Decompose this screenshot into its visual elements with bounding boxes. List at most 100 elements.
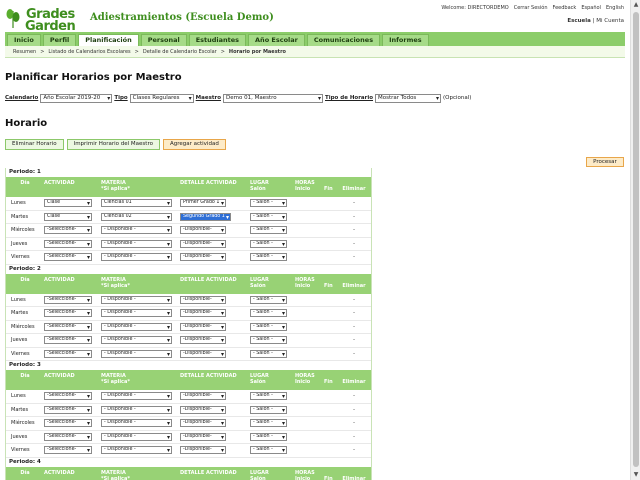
tab-ano-escolar[interactable]: Año Escolar <box>248 34 305 46</box>
maestro-select[interactable]: Demo 01, Maestro <box>222 93 323 103</box>
materia-select[interactable]: - Disponible - <box>101 253 172 262</box>
salon-select[interactable]: - Salón - <box>250 212 287 221</box>
eliminar-cell[interactable]: - <box>340 214 368 220</box>
english-link[interactable]: English <box>606 5 624 11</box>
salon-select[interactable]: - Salón - <box>250 309 287 318</box>
actividad-select[interactable]: -Seleccione- <box>44 226 92 235</box>
spanish-link[interactable]: Español <box>581 5 601 11</box>
salon-select[interactable]: - Salón - <box>250 322 287 331</box>
materia-select[interactable]: Ciencias 01 <box>101 199 172 208</box>
materia-select[interactable]: - Disponible - <box>101 349 172 358</box>
materia-select[interactable]: - Disponible - <box>101 419 172 428</box>
tab-personal[interactable]: Personal <box>140 34 187 46</box>
actividad-select[interactable]: -Seleccione- <box>44 309 92 318</box>
materia-select[interactable]: - Disponible - <box>101 446 172 455</box>
materia-select[interactable]: - Disponible - <box>101 432 172 441</box>
imprimir-horario-button[interactable]: Imprimir Horario del Maestro <box>66 139 160 150</box>
scroll-up-icon[interactable]: ▲ <box>631 0 640 10</box>
materia-select[interactable]: - Disponible - <box>101 309 172 318</box>
eliminar-cell[interactable]: - <box>340 324 368 330</box>
eliminar-cell[interactable]: - <box>340 351 368 357</box>
materia-select[interactable]: - Disponible - <box>101 405 172 414</box>
tab-informes[interactable]: Informes <box>382 34 429 46</box>
salon-select[interactable]: - Salón - <box>250 336 287 345</box>
eliminar-cell[interactable]: - <box>340 420 368 426</box>
actividad-select[interactable]: -Seleccione- <box>44 322 92 331</box>
breadcrumb-resumen[interactable]: Resumen <box>13 46 36 57</box>
eliminar-horario-button[interactable]: Eliminar Horario <box>5 139 64 150</box>
eliminar-cell[interactable]: - <box>340 297 368 303</box>
eliminar-cell[interactable]: - <box>340 227 368 233</box>
salon-select[interactable]: - Salón - <box>250 392 287 401</box>
tab-comunicaciones[interactable]: Comunicaciones <box>306 34 381 46</box>
actividad-select[interactable]: -Seleccione- <box>44 405 92 414</box>
salon-select[interactable]: - Salón - <box>250 239 287 248</box>
eliminar-cell[interactable]: - <box>340 434 368 440</box>
eliminar-cell[interactable]: - <box>340 337 368 343</box>
actividad-select[interactable]: -Seleccione- <box>44 336 92 345</box>
materia-select[interactable]: - Disponible - <box>101 295 172 304</box>
vertical-scrollbar[interactable]: ▲ ▼ <box>630 0 640 480</box>
detalle-select[interactable]: -Disponible- <box>180 446 226 455</box>
salon-select[interactable]: - Salón - <box>250 446 287 455</box>
actividad-select[interactable]: -Seleccione- <box>44 239 92 248</box>
detalle-select[interactable]: Primer Grado 1 <box>180 199 226 208</box>
eliminar-cell[interactable]: - <box>340 393 368 399</box>
eliminar-cell[interactable]: - <box>340 407 368 413</box>
tipo-select[interactable]: Clases Regulares <box>129 93 194 103</box>
grades-garden-logo[interactable]: Grades Garden <box>6 5 86 33</box>
actividad-select[interactable]: -Seleccione- <box>44 419 92 428</box>
actividad-select[interactable]: -Seleccione- <box>44 432 92 441</box>
eliminar-cell[interactable]: - <box>340 254 368 260</box>
calendario-select[interactable]: Año Escolar 2019-20 <box>40 93 113 103</box>
actividad-select[interactable]: -Seleccione- <box>44 392 92 401</box>
actividad-select[interactable]: -Seleccione- <box>44 446 92 455</box>
materia-select[interactable]: - Disponible - <box>101 336 172 345</box>
materia-select[interactable]: - Disponible - <box>101 322 172 331</box>
detalle-select[interactable]: -Disponible- <box>180 392 226 401</box>
logout-link[interactable]: Cerrar Sesión <box>514 5 548 11</box>
actividad-select[interactable]: -Seleccione- <box>44 295 92 304</box>
tab-planificacion[interactable]: Planificación <box>78 34 139 46</box>
tab-estudiantes[interactable]: Estudiantes <box>188 34 247 46</box>
detalle-select[interactable]: -Disponible- <box>180 309 226 318</box>
actividad-select[interactable]: -Seleccione- <box>44 349 92 358</box>
tipo-horario-select[interactable]: Mostrar Todos <box>375 93 442 103</box>
agregar-actividad-button[interactable]: Agregar actividad <box>162 139 226 150</box>
salon-select[interactable]: - Salón - <box>250 432 287 441</box>
breadcrumb-detalle[interactable]: Detalle de Calendario Escolar <box>143 46 217 57</box>
detalle-select[interactable]: -Disponible- <box>180 295 226 304</box>
procesar-button[interactable]: Procesar <box>586 157 624 167</box>
detalle-select[interactable]: -Disponible- <box>180 322 226 331</box>
actividad-select[interactable]: Clase <box>44 212 92 221</box>
salon-select[interactable]: - Salón - <box>250 199 287 208</box>
detalle-select[interactable]: -Disponible- <box>180 419 226 428</box>
salon-select[interactable]: - Salón - <box>250 253 287 262</box>
eliminar-cell[interactable]: - <box>340 241 368 247</box>
eliminar-cell[interactable]: - <box>340 200 368 206</box>
detalle-select[interactable]: -Disponible- <box>180 405 226 414</box>
materia-select[interactable]: - Disponible - <box>101 226 172 235</box>
my-account-link[interactable]: Mi Cuenta <box>596 18 624 24</box>
materia-select[interactable]: - Disponible - <box>101 239 172 248</box>
scroll-thumb[interactable] <box>633 12 639 467</box>
salon-select[interactable]: - Salón - <box>250 349 287 358</box>
tab-inicio[interactable]: Inicio <box>7 34 41 46</box>
materia-select[interactable]: Ciencias 02 <box>101 212 172 221</box>
tab-perfil[interactable]: Perfil <box>42 34 77 46</box>
detalle-select[interactable]: -Disponible- <box>180 226 226 235</box>
scroll-down-icon[interactable]: ▼ <box>631 470 640 480</box>
detalle-select[interactable]: -Disponible- <box>180 432 226 441</box>
materia-select[interactable]: - Disponible - <box>101 392 172 401</box>
feedback-link[interactable]: Feedback <box>553 5 577 11</box>
actividad-select[interactable]: -Seleccione- <box>44 253 92 262</box>
eliminar-cell[interactable]: - <box>340 310 368 316</box>
salon-select[interactable]: - Salón - <box>250 295 287 304</box>
breadcrumb-listado[interactable]: Listado de Calendarios Escolares <box>48 46 130 57</box>
eliminar-cell[interactable]: - <box>340 447 368 453</box>
detalle-select[interactable]: -Disponible- <box>180 336 226 345</box>
salon-select[interactable]: - Salón - <box>250 405 287 414</box>
actividad-select[interactable]: Clase <box>44 199 92 208</box>
detalle-select[interactable]: -Disponible- <box>180 349 226 358</box>
detalle-select[interactable]: -Disponible- <box>180 239 226 248</box>
